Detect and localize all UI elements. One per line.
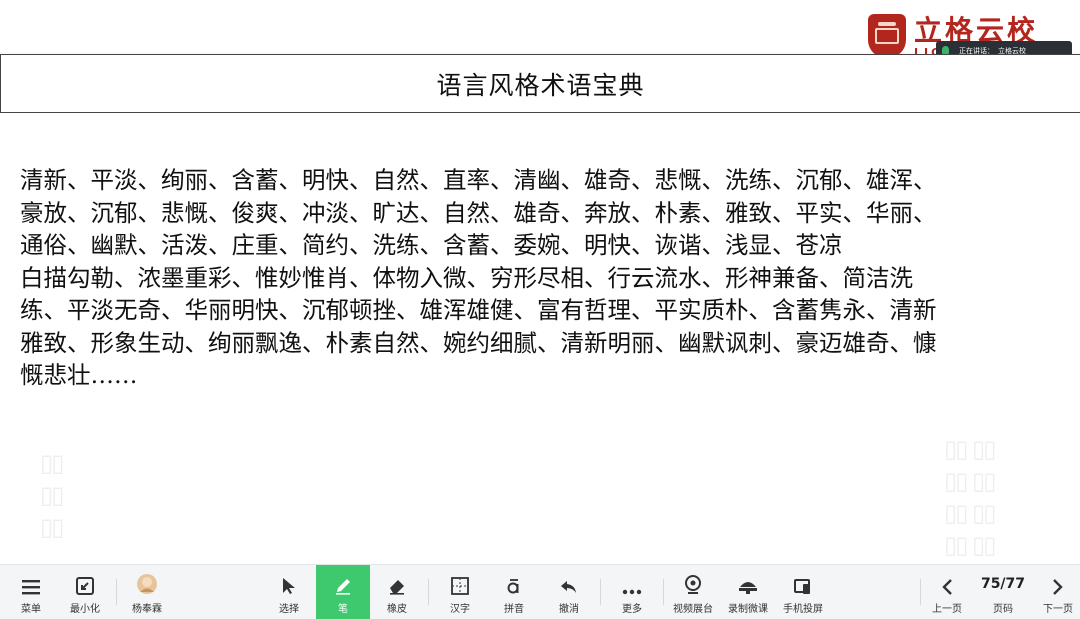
toolbar-divider	[116, 579, 117, 605]
eraser-tool[interactable]: 橡皮	[374, 565, 420, 619]
page-indicator[interactable]: 75/77 页码	[976, 565, 1030, 619]
minimize-label: 最小化	[70, 604, 100, 615]
minimize-icon	[76, 565, 94, 595]
record-lesson-button[interactable]: 录制微课	[723, 565, 773, 619]
record-lesson-label: 录制微课	[728, 604, 768, 615]
hanzi-label: 汉字	[450, 604, 470, 615]
eraser-icon	[388, 565, 406, 595]
phone-cast-button[interactable]: 手机投屏	[778, 565, 828, 619]
watermark-right: ▯▯ ▯▯ ▯▯ ▯▯ ▯▯ ▯▯ ▯▯ ▯▯	[944, 435, 996, 559]
avatar	[136, 565, 158, 595]
next-page-label: 下一页	[1043, 604, 1073, 615]
undo-icon	[559, 565, 579, 595]
camera-icon	[684, 565, 702, 595]
toolbar-divider	[920, 579, 921, 605]
prev-page-label: 上一页	[932, 604, 962, 615]
page-label: 页码	[993, 604, 1013, 615]
shield-icon	[868, 14, 906, 58]
select-label: 选择	[279, 604, 299, 615]
slide-title-bar: 语言风格术语宝典	[0, 55, 1080, 113]
prev-page-button[interactable]: 上一页	[926, 565, 968, 619]
next-page-button[interactable]: 下一页	[1036, 565, 1080, 619]
slide-line: 通俗、幽默、活泼、庄重、简约、洗练、含蓄、委婉、明快、诙谐、浅显、苍凉	[20, 231, 843, 259]
phone-cast-label: 手机投屏	[783, 604, 823, 615]
more-button[interactable]: 更多	[609, 565, 655, 619]
slide-line: 雅致、形象生动、绚丽飘逸、朴素自然、婉约细腻、清新明丽、幽默讽刺、豪迈雄奇、慷	[20, 328, 937, 357]
pen-icon	[334, 565, 352, 595]
slide-line: 慨悲壮……	[20, 361, 138, 389]
top-bar: 立格云校 LIGE 正在讲话： 立格云校	[0, 0, 1080, 61]
slide-line: 清新、平淡、绚丽、含蓄、明快、自然、直率、清幽、雄奇、悲慨、洗练、沉郁、雄浑、	[20, 166, 937, 194]
pinyin-icon	[505, 565, 523, 595]
video-booth-label: 视频展台	[673, 604, 713, 615]
video-booth-button[interactable]: 视频展台	[668, 565, 718, 619]
undo-button[interactable]: 撤消	[546, 565, 592, 619]
minimize-button[interactable]: 最小化	[62, 565, 108, 619]
slide-body-text: 清新、平淡、绚丽、含蓄、明快、自然、直率、清幽、雄奇、悲慨、洗练、沉郁、雄浑、 …	[20, 164, 1080, 392]
hanzi-tool[interactable]: 汉字	[437, 565, 483, 619]
toolbar-divider	[663, 579, 664, 605]
select-tool[interactable]: 选择	[266, 565, 312, 619]
slide-title: 语言风格术语宝典	[436, 70, 645, 100]
slide-line: 白描勾勒、浓墨重彩、惟妙惟肖、体物入微、穷形尽相、行云流水、形神兼备、简洁洗	[20, 263, 913, 292]
user-name: 杨奉霖	[132, 604, 162, 615]
pinyin-label: 拼音	[504, 604, 524, 615]
cursor-icon	[281, 565, 297, 595]
page-count: 75/77	[980, 576, 1026, 592]
pen-tool[interactable]: 笔	[316, 565, 370, 619]
eraser-label: 橡皮	[387, 604, 407, 615]
menu-button[interactable]: 菜单	[8, 565, 54, 619]
pinyin-tool[interactable]: 拼音	[491, 565, 537, 619]
record-icon	[738, 565, 758, 595]
toolbar-divider	[428, 579, 429, 605]
slide-line: 豪放、沉郁、悲慨、俊爽、冲淡、旷达、自然、雄奇、奔放、朴素、雅致、平实、华丽、	[20, 198, 937, 227]
user-button[interactable]: 杨奉霖	[124, 565, 170, 619]
more-label: 更多	[622, 604, 642, 615]
menu-label: 菜单	[21, 604, 41, 615]
menu-icon	[22, 565, 40, 595]
hanzi-icon	[451, 565, 469, 595]
chevron-left-icon	[941, 565, 953, 595]
slide-line: 练、平淡无奇、华丽明快、沉郁顿挫、雄浑雄健、富有哲理、平实质朴、含蓄隽永、清新	[20, 296, 937, 324]
pen-label: 笔	[338, 604, 348, 615]
bottom-toolbar: 菜单 最小化 杨奉霖 选择 笔 橡皮 汉字 拼音 撤消 更多 视频展台 录制微课…	[0, 564, 1080, 619]
chevron-right-icon	[1052, 565, 1064, 595]
undo-label: 撤消	[559, 604, 579, 615]
more-icon	[622, 565, 642, 595]
toolbar-divider	[600, 579, 601, 605]
phone-cast-icon	[794, 565, 812, 595]
watermark-left: ▯▯ ▯▯ ▯▯	[40, 449, 64, 541]
